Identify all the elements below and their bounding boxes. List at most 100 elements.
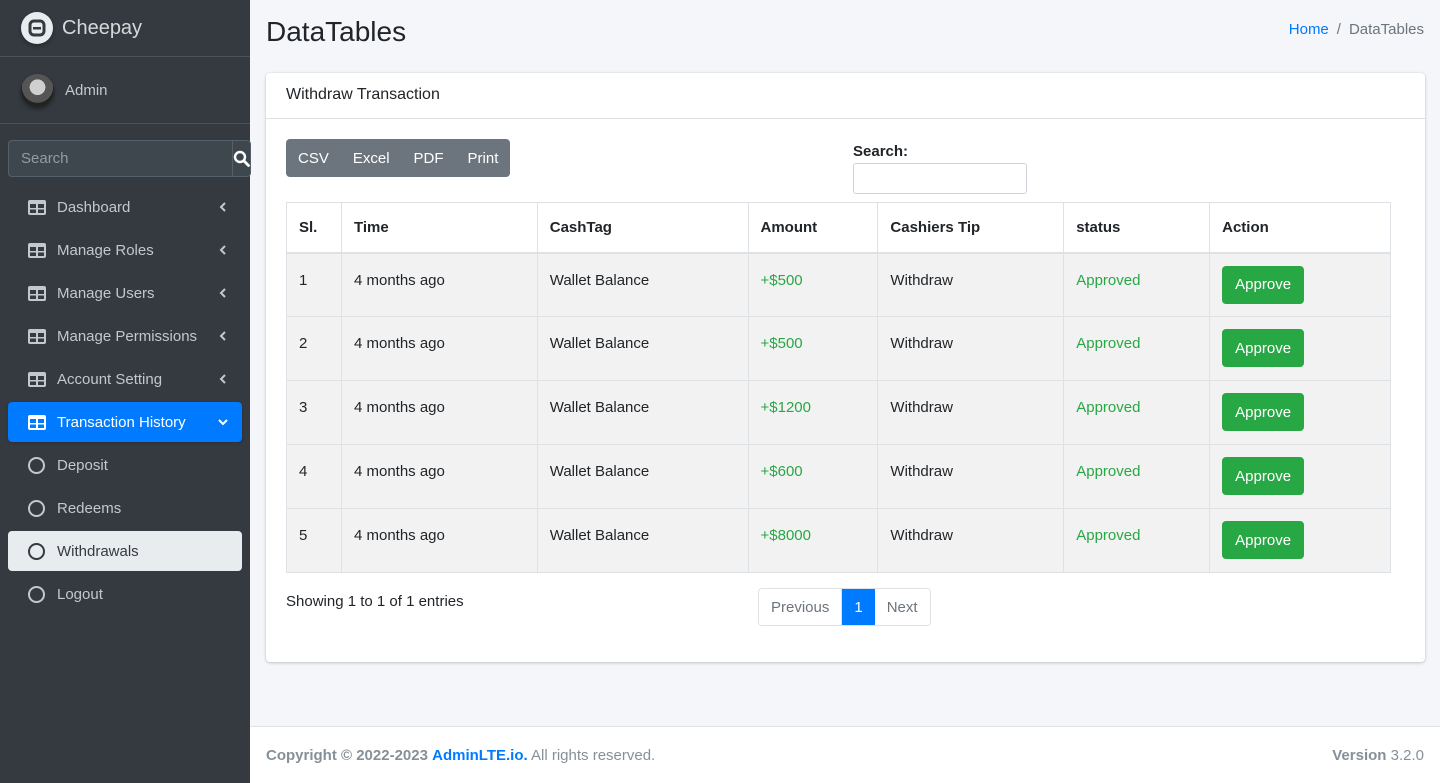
sidebar-item-label: Dashboard [57,198,131,216]
sidebar-item-label: Withdrawals [57,542,139,560]
approve-button[interactable]: Approve [1222,457,1305,495]
sidebar-item-transaction-history[interactable]: Transaction History [8,402,242,442]
column-header-status[interactable]: status [1063,202,1211,254]
column-header-time[interactable]: Time [340,202,538,254]
chevron-left-icon [219,331,226,341]
cell-sl: 2 [286,316,342,381]
sidebar-item-account-setting[interactable]: Account Setting [8,359,242,399]
sidebar-nav: Dashboard Manage Roles Manage Users Mana… [0,187,250,614]
sidebar-item-redeems[interactable]: Redeems [8,488,242,528]
sidebar: Cheepay Admin Dashboard Manage Roles Man… [0,0,251,783]
print-button[interactable]: Print [456,139,511,177]
cell-amount: +$500 [747,252,879,317]
page-button-1[interactable]: 1 [842,589,875,625]
copyright-text: Copyright © 2022-2023 [266,746,428,764]
content-wrapper: DataTables Home / DataTables Withdraw Tr… [250,0,1440,783]
column-header-action[interactable]: Action [1209,202,1391,254]
cell-time: 4 months ago [340,508,538,573]
cell-status: Approved [1063,252,1211,317]
sidebar-item-manage-permissions[interactable]: Manage Permissions [8,316,242,356]
circle-icon [28,456,45,474]
sidebar-item-deposit[interactable]: Deposit [8,445,242,485]
brand-name: Cheepay [62,16,143,39]
column-header-cashtag[interactable]: CashTag [536,202,749,254]
page-title: DataTables [266,16,407,47]
user-panel[interactable]: Admin [0,57,250,124]
user-name[interactable]: Admin [65,82,108,99]
rights-text: All rights reserved. [531,746,656,764]
excel-button[interactable]: Excel [341,139,402,177]
sidebar-item-label: Logout [57,585,103,603]
cell-sl: 4 [286,444,342,509]
breadcrumb-home-link[interactable]: Home [1289,21,1329,38]
cell-action: Approve [1209,316,1391,381]
sidebar-item-logout[interactable]: Logout [8,574,242,614]
sidebar-item-label: Manage Users [57,284,155,302]
cell-cashtag: Wallet Balance [536,444,749,509]
footer: Copyright © 2022-2023 AdminLTE.io. All r… [250,726,1440,783]
next-page-button[interactable]: Next [874,589,930,625]
cell-time: 4 months ago [340,252,538,317]
column-header-amount[interactable]: Amount [747,202,879,254]
chevron-left-icon [219,288,226,298]
sidebar-item-label: Transaction History [57,413,186,431]
sidebar-search-input[interactable] [8,140,232,177]
table-icon [28,242,46,258]
table-info: Showing 1 to 1 of 1 entries [286,593,464,610]
chevron-down-icon [218,419,228,426]
cell-status: Approved [1063,508,1211,573]
table-row: 1 4 months ago Wallet Balance +$500 With… [286,252,1391,317]
brand-link[interactable]: Cheepay [0,0,250,57]
csv-button[interactable]: CSV [286,139,341,177]
cell-amount: +$1200 [747,380,879,445]
previous-page-button[interactable]: Previous [759,589,843,625]
sidebar-search-button[interactable] [232,140,251,177]
cell-time: 4 months ago [340,444,538,509]
cell-amount: +$8000 [747,508,879,573]
cell-action: Approve [1209,508,1391,573]
cell-cashiers-tip: Withdraw [877,444,1065,509]
cell-amount: +$600 [747,444,879,509]
cell-status: Approved [1063,444,1211,509]
footer-version: Version 3.2.0 [1332,747,1424,764]
avatar [21,73,54,107]
cell-time: 4 months ago [340,380,538,445]
circle-icon [28,542,45,560]
search-icon [233,150,250,167]
breadcrumb-current: DataTables [1348,21,1424,38]
transactions-table: Sl. Time CashTag Amount Cashiers Tip sta… [286,202,1391,573]
table-search-input[interactable] [853,163,1027,194]
version-number: 3.2.0 [1390,746,1424,764]
table-icon [28,328,46,344]
sidebar-item-manage-users[interactable]: Manage Users [8,273,242,313]
approve-button[interactable]: Approve [1222,521,1305,559]
sidebar-search [8,140,251,177]
approve-button[interactable]: Approve [1222,329,1305,367]
table-icon [28,199,46,215]
column-header-sl[interactable]: Sl. [286,202,342,254]
table-search-label: Search: [853,143,909,160]
adminlte-link[interactable]: AdminLTE.io. [432,747,528,764]
chevron-left-icon [219,202,226,212]
pdf-button[interactable]: PDF [402,139,456,177]
sidebar-item-dashboard[interactable]: Dashboard [8,187,242,227]
cell-sl: 1 [286,252,342,317]
sidebar-item-withdrawals[interactable]: Withdrawals [8,531,242,571]
cell-status: Approved [1063,316,1211,381]
sidebar-item-manage-roles[interactable]: Manage Roles [8,230,242,270]
brand-logo-icon [21,12,53,44]
cell-cashiers-tip: Withdraw [877,508,1065,573]
table-icon [28,414,46,430]
table-row: 2 4 months ago Wallet Balance +$500 With… [286,316,1391,381]
column-header-cashiers-tip[interactable]: Cashiers Tip [877,202,1065,254]
table-row: 3 4 months ago Wallet Balance +$1200 Wit… [286,380,1391,445]
approve-button[interactable]: Approve [1222,393,1305,431]
breadcrumb-separator: / [1336,21,1341,38]
table-icon [28,285,46,301]
cell-cashiers-tip: Withdraw [877,252,1065,317]
cell-action: Approve [1209,380,1391,445]
approve-button[interactable]: Approve [1222,265,1305,304]
withdraw-transaction-card: Withdraw Transaction CSV Excel PDF Print… [266,73,1425,662]
cell-cashtag: Wallet Balance [536,508,749,573]
cell-sl: 5 [286,508,342,573]
